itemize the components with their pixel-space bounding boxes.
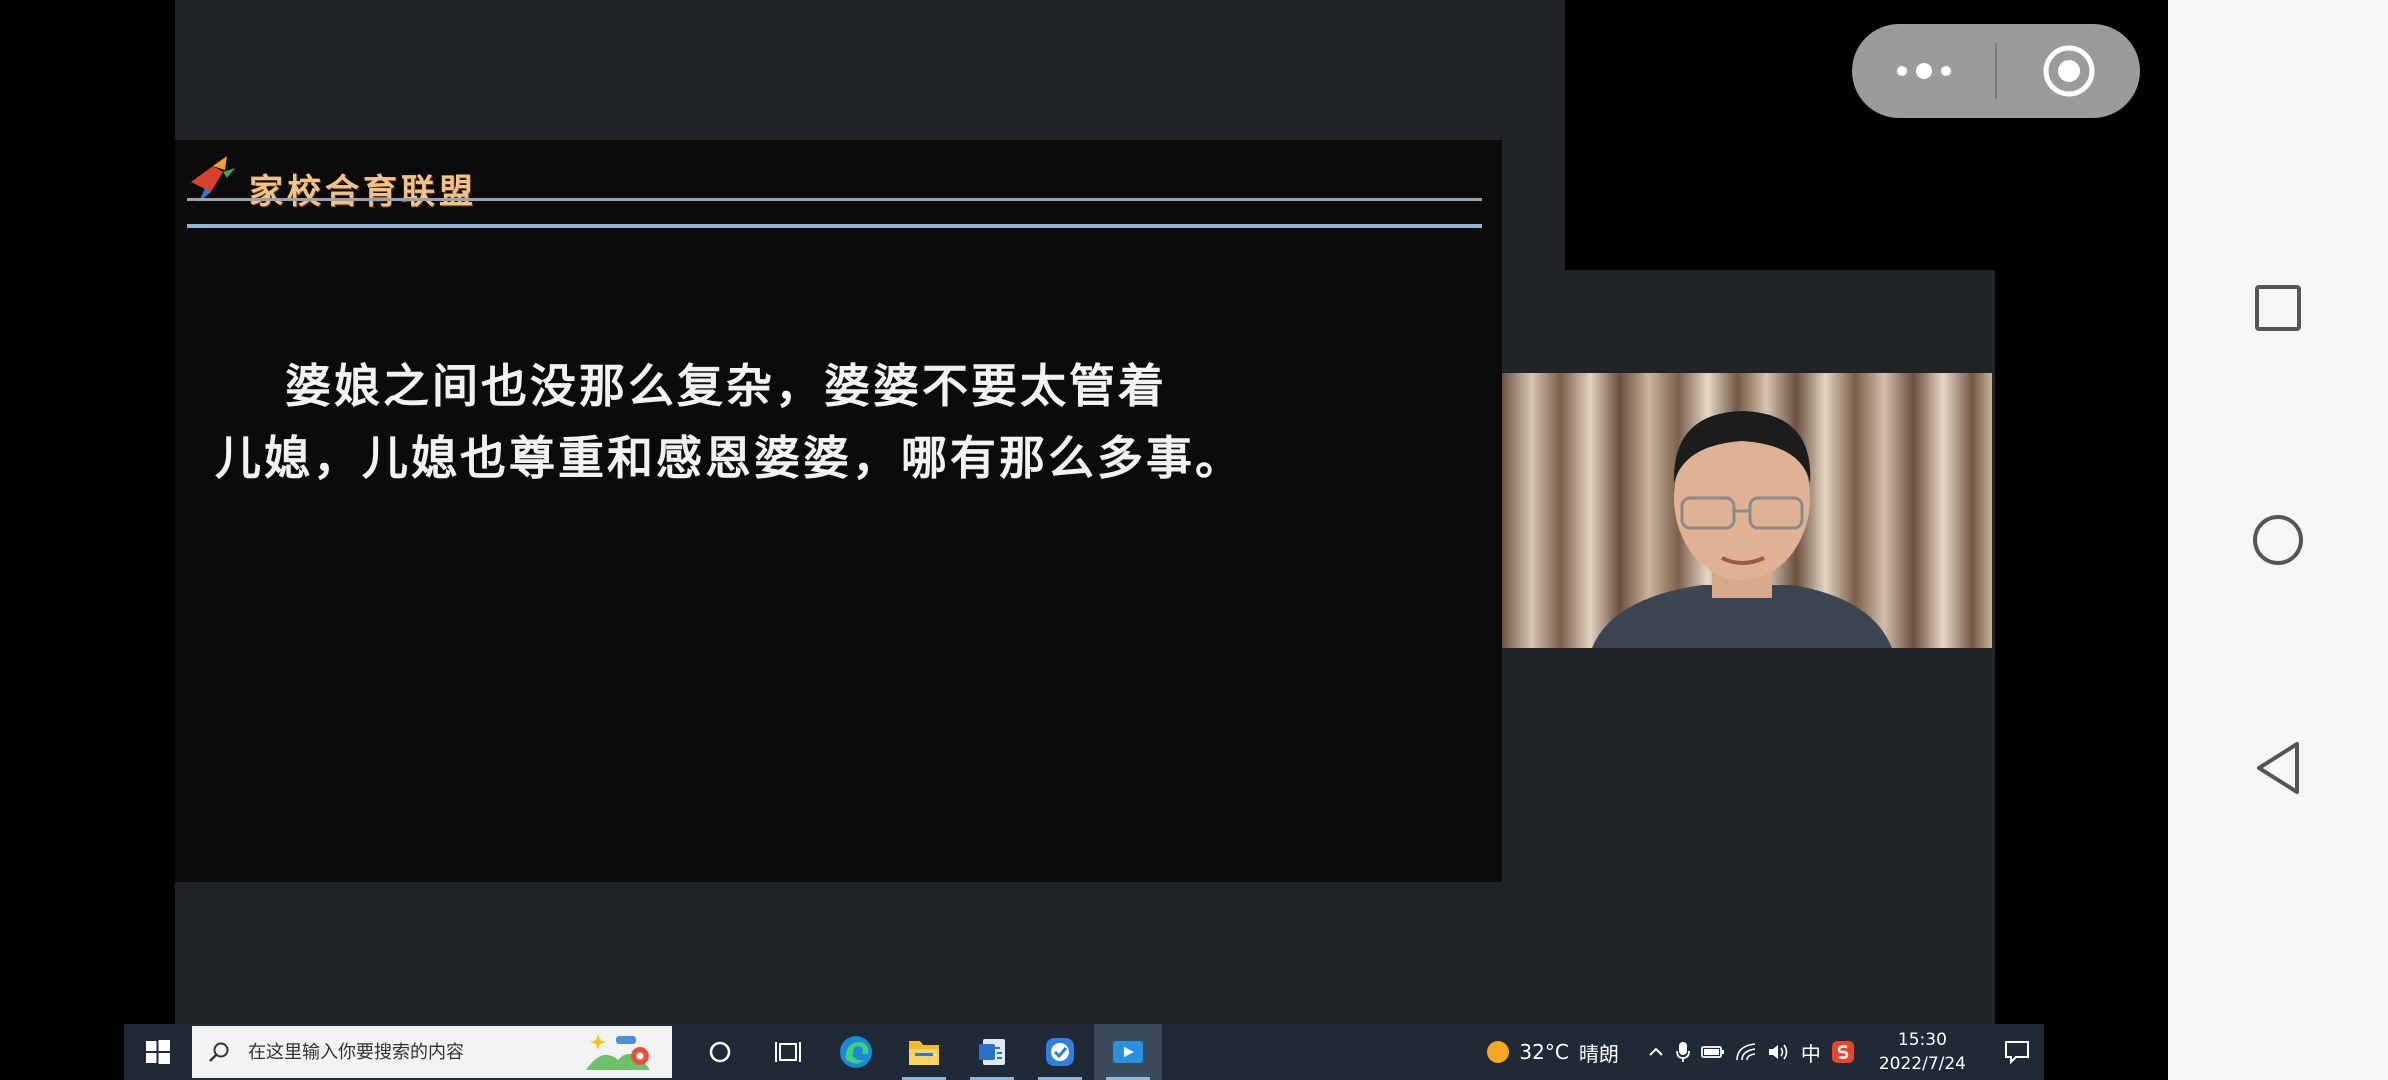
clock-date: 2022/7/24 [1878,1054,1966,1074]
magnifier-icon [208,1041,230,1063]
check-app-icon [1046,1038,1074,1066]
weather-widget[interactable]: 32°C 晴朗 [1487,1038,1619,1067]
start-button[interactable] [124,1024,192,1080]
presentation-slide: 家校合育联盟 婆娘之间也没那么复杂，婆婆不要太管着 儿媳，儿媳也尊重和感恩婆婆，… [175,140,1502,882]
android-navigation-bar [2168,0,2388,1080]
circle-home-icon [2253,515,2303,565]
volume-button[interactable] [1767,1042,1791,1062]
weather-temperature: 32°C [1519,1040,1569,1064]
check-app-button[interactable] [1026,1024,1094,1080]
notification-icon [2005,1041,2029,1064]
notification-center-button[interactable] [1990,1040,2044,1064]
cortana-button[interactable] [686,1024,754,1080]
speaker-icon [1768,1044,1788,1060]
taskbar-clock[interactable]: 15:30 2022/7/24 [1879,1028,1966,1076]
microphone-icon [1675,1042,1690,1062]
search-input[interactable] [246,1040,550,1064]
folder-icon [909,1041,939,1065]
windows-taskbar: 32°C 晴朗 中 15:30 20 [124,1024,2044,1080]
more-dots-icon [1896,63,1951,79]
bird-logo-icon [191,156,235,202]
task-view-button[interactable] [754,1024,822,1080]
slide-divider-bottom [187,224,1482,228]
wifi-icon [1736,1043,1755,1061]
sogou-ime-button[interactable] [1831,1040,1855,1064]
sun-icon [1487,1041,1510,1063]
file-explorer-button[interactable] [890,1024,958,1080]
more-button[interactable] [1852,24,1995,118]
windows-start-icon [146,1040,170,1064]
video-app-button[interactable] [1094,1024,1162,1080]
input-method-indicator[interactable]: 中 [1801,1038,1821,1067]
close-button[interactable] [1997,24,2140,118]
taskbar-search-box[interactable] [192,1026,672,1078]
slide-text-line-1: 婆娘之间也没那么复杂，婆婆不要太管着 [285,359,1167,413]
triangle-back-icon [2257,742,2299,794]
webcam-feed [1502,373,1992,648]
battery-button[interactable] [1700,1044,1725,1060]
document-app-icon [979,1039,1005,1065]
sogou-input-icon [1831,1041,1854,1063]
square-icon [2255,285,2301,331]
tray-expand-button[interactable] [1647,1043,1665,1061]
video-app-icon [1113,1041,1143,1063]
microphone-button[interactable] [1675,1041,1691,1063]
document-app-button[interactable] [958,1024,1026,1080]
task-view-icon [775,1042,801,1062]
recent-apps-button[interactable] [2238,268,2318,348]
chevron-up-icon [1649,1047,1663,1056]
slide-body-text: 婆娘之间也没那么复杂，婆婆不要太管着 儿媳，儿媳也尊重和感恩婆婆，哪有那么多事。 [215,350,1465,494]
target-close-icon [2043,45,2094,97]
weather-description: 晴朗 [1578,1041,1619,1066]
slide-divider-top [187,198,1482,201]
edge-browser-button[interactable] [822,1024,890,1080]
edge-browser-icon [840,1036,872,1068]
slide-brand-title: 家校合育联盟 [249,172,477,212]
search-highlight-illustration [586,1034,650,1070]
slide-text-line-2: 儿媳，儿媳也尊重和感恩婆婆，哪有那么多事。 [215,431,1244,485]
network-button[interactable] [1735,1042,1757,1062]
battery-icon [1700,1046,1724,1058]
home-button[interactable] [2238,500,2318,580]
video-area: 家校合育联盟 婆娘之间也没那么复杂，婆婆不要太管着 儿媳，儿媳也尊重和感恩婆婆，… [0,0,2168,1080]
back-button[interactable] [2238,728,2318,808]
circle-icon [709,1041,731,1063]
presenter-video [1592,411,1892,648]
mini-program-capsule [1852,24,2140,118]
system-tray: 中 [1647,1038,1855,1067]
clock-time: 15:30 [1897,1030,1947,1050]
